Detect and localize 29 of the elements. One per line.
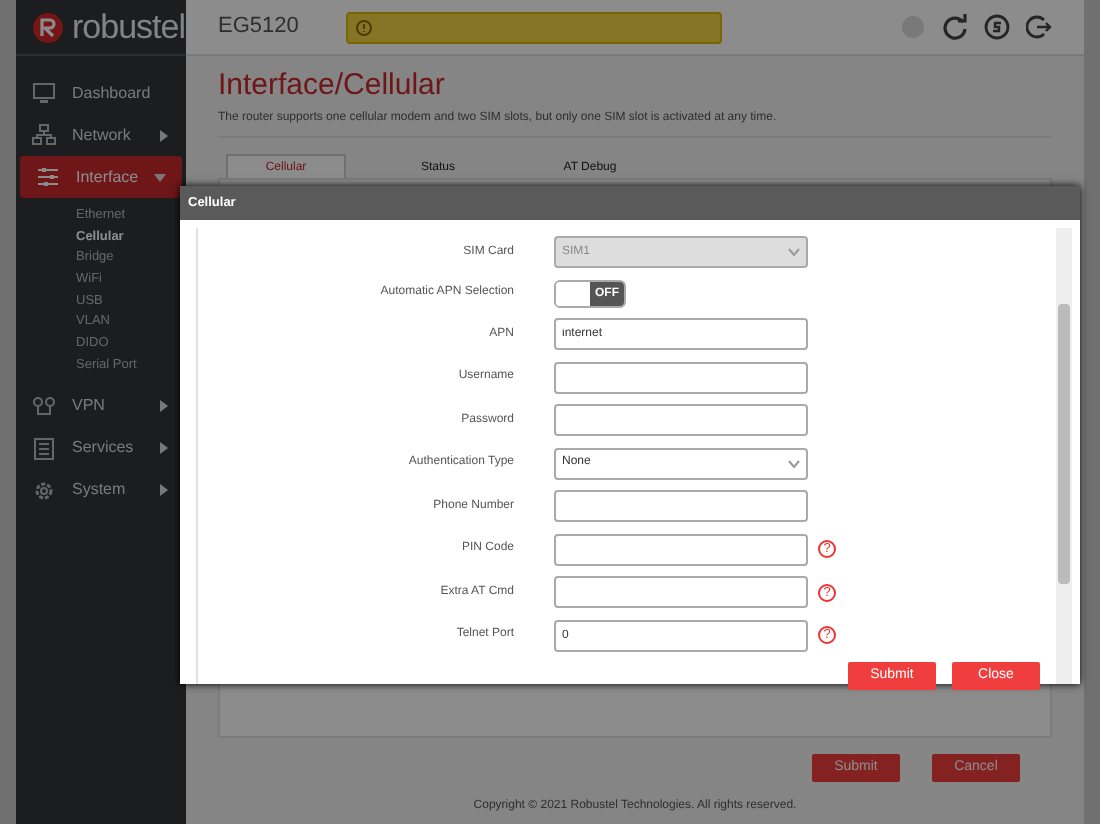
device-name: EG5120 <box>218 12 299 43</box>
caret-right-icon <box>158 129 170 141</box>
caret-right-icon <box>158 484 170 496</box>
sliders-icon <box>36 166 60 188</box>
input-field[interactable] <box>554 576 808 608</box>
sidebar-item[interactable]: VPN <box>16 385 186 427</box>
sidebar-item[interactable]: Services <box>16 427 186 469</box>
sidebar-item[interactable]: Dashboard <box>16 72 186 114</box>
caret-down-icon <box>154 171 167 183</box>
sidebar-item[interactable]: System <box>16 469 186 511</box>
input-field[interactable] <box>554 404 808 436</box>
logo-text: robustel <box>72 5 185 50</box>
warning-icon <box>356 19 373 35</box>
list-icon <box>32 437 56 459</box>
input-field[interactable] <box>554 533 808 565</box>
caret-down-icon <box>788 248 800 256</box>
sidebar-item[interactable]: Interface <box>20 156 182 198</box>
gear-icon <box>32 479 56 501</box>
input-field[interactable] <box>554 490 808 522</box>
logout-icon <box>1026 14 1052 40</box>
caret-down-icon <box>788 459 800 467</box>
page-title: Interface/Cellular <box>218 66 447 106</box>
caret-right-icon <box>158 400 170 412</box>
sidebar-item[interactable]: Network <box>16 114 186 156</box>
refresh-icon <box>942 14 968 40</box>
input-field[interactable] <box>554 361 808 393</box>
logo-icon <box>32 11 64 43</box>
caret-right-icon <box>158 442 170 454</box>
monitor-icon <box>32 82 56 104</box>
